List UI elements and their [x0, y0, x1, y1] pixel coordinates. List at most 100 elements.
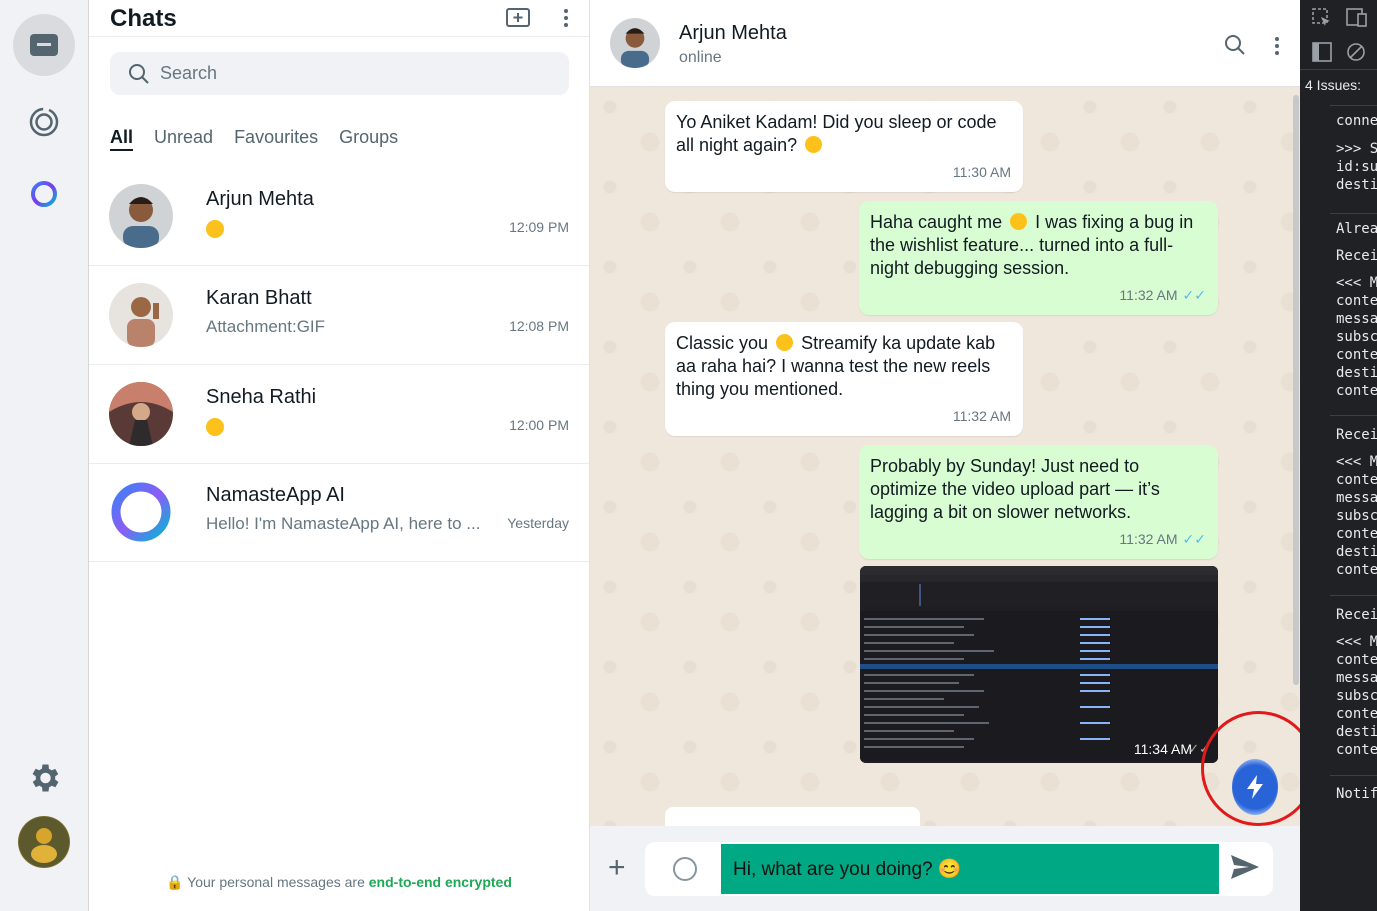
console-line: conte	[1336, 562, 1377, 578]
chat-name: NamasteApp AI	[206, 484, 345, 506]
attach-plus-icon[interactable]: +	[608, 853, 626, 883]
message-outgoing[interactable]: Haha caught me I was fixing a bug in the…	[859, 201, 1218, 315]
new-chat-icon	[506, 8, 530, 27]
message-input[interactable]	[721, 844, 1219, 894]
kebab-menu-icon[interactable]	[1274, 36, 1280, 56]
conversation-header[interactable]: Arjun Mehta online	[590, 0, 1300, 87]
console-line: conte	[1336, 652, 1377, 668]
issues-count[interactable]: 4 Issues:	[1305, 77, 1361, 93]
highlight-annotation	[1201, 711, 1316, 826]
halo-emoji-icon	[206, 417, 224, 436]
console-line: Recei	[1336, 248, 1377, 264]
device-toolbar-icon[interactable]	[1346, 8, 1368, 28]
filter-groups[interactable]: Groups	[339, 127, 398, 151]
chats-nav-button[interactable]	[13, 14, 75, 76]
chat-time: 12:00 PM	[509, 417, 569, 433]
chat-preview: Hello! I'm NamasteApp AI, here to ...	[206, 514, 481, 533]
message-incoming-partial[interactable]	[665, 807, 920, 826]
nav-rail	[0, 0, 89, 911]
ai-nav-button[interactable]	[13, 163, 75, 225]
contact-avatar[interactable]	[610, 18, 660, 68]
console-line: Alrea	[1336, 221, 1377, 237]
clear-console-icon[interactable]	[1346, 42, 1366, 62]
message-incoming[interactable]: Yo Aniket Kadam! Did you sleep or code a…	[665, 101, 1023, 192]
console-line: conne	[1336, 113, 1377, 129]
read-ticks-icon: ✓✓	[1182, 287, 1206, 303]
laughing-emoji-icon	[805, 136, 823, 153]
chat-item-sneha-rathi[interactable]: Sneha Rathi 12:00 PM	[89, 366, 589, 464]
image-message[interactable]: 11:34 AM ✓✓	[860, 566, 1218, 763]
contact-name: Arjun Mehta	[679, 22, 787, 44]
encryption-link[interactable]: end-to-end encrypted	[369, 874, 512, 890]
console-line: <<< M	[1336, 454, 1377, 470]
console-line: subsc	[1336, 508, 1377, 524]
console-line: conte	[1336, 706, 1377, 722]
chat-item-namasteapp-ai[interactable]: NamasteApp AI Hello! I'm NamasteApp AI, …	[89, 464, 589, 562]
search-bar	[110, 52, 569, 95]
console-line: conte	[1336, 347, 1377, 363]
conversation-panel: Arjun Mehta online Yo Aniket Kadam! Did …	[590, 0, 1300, 911]
laughing-emoji-icon	[776, 334, 794, 351]
sidebar-toggle-icon[interactable]	[1312, 42, 1332, 62]
chat-name: Arjun Mehta	[206, 188, 314, 210]
avatar	[109, 382, 173, 446]
message-time: 11:32 AM	[952, 408, 1011, 424]
search-input[interactable]	[160, 60, 550, 87]
profile-avatar[interactable]	[18, 816, 70, 868]
console-line: messa	[1336, 490, 1377, 506]
filter-favourites[interactable]: Favourites	[234, 127, 318, 151]
chat-name: Sneha Rathi	[206, 386, 317, 408]
message-list[interactable]: Yo Aniket Kadam! Did you sleep or code a…	[590, 87, 1300, 826]
grinning-sweat-emoji-icon	[1010, 213, 1028, 230]
message-time: 11:34 AM	[1133, 741, 1192, 757]
console-line: desti	[1336, 365, 1377, 381]
message-time: 11:32 AM ✓✓	[1119, 287, 1206, 303]
message-input-wrap	[645, 842, 1273, 896]
new-chat-button[interactable]	[503, 4, 533, 32]
contact-status: online	[679, 49, 722, 66]
message-outgoing[interactable]: Probably by Sunday! Just need to optimiz…	[859, 445, 1218, 559]
avatar-image	[109, 382, 173, 446]
message-time: 11:30 AM	[952, 164, 1011, 180]
send-icon[interactable]	[1230, 854, 1260, 880]
console-line: desti	[1336, 724, 1377, 740]
lock-icon: 🔒	[166, 874, 184, 890]
console-line: subsc	[1336, 329, 1377, 345]
encryption-notice: 🔒 Your personal messages are end-to-end …	[166, 874, 512, 890]
console-separator	[1330, 213, 1377, 214]
filter-tabs: All Unread Favourites Groups	[110, 127, 398, 151]
console-separator	[1330, 415, 1377, 416]
chat-preview	[206, 218, 496, 238]
filter-all[interactable]: All	[110, 127, 134, 151]
chat-item-arjun-mehta[interactable]: Arjun Mehta 12:09 PM	[89, 168, 589, 266]
status-icon	[29, 107, 59, 137]
console-line: conte	[1336, 472, 1377, 488]
search-icon[interactable]	[1224, 34, 1246, 56]
emoji-picker-icon[interactable]	[673, 857, 697, 881]
console-line: conte	[1336, 383, 1377, 399]
chat-item-karan-bhatt[interactable]: Karan Bhatt Attachment:GIF 12:08 PM	[89, 267, 589, 365]
profile-avatar-image	[19, 817, 69, 867]
settings-button[interactable]	[13, 747, 75, 809]
scrollbar[interactable]	[1293, 95, 1299, 685]
status-nav-button[interactable]	[13, 91, 75, 153]
avatar	[109, 480, 173, 544]
menu-button[interactable]	[551, 4, 581, 32]
console-line: desti	[1336, 544, 1377, 560]
console-line: conte	[1336, 742, 1377, 758]
chats-title: Chats	[110, 5, 177, 32]
avatar-image	[109, 184, 173, 248]
chat-time: 12:09 PM	[509, 219, 569, 235]
console-line: <<< M	[1336, 275, 1377, 291]
inspect-element-icon[interactable]	[1312, 8, 1332, 28]
chat-list-panel: Chats All Unread Favourites Groups Arjun…	[89, 0, 590, 911]
chat-preview	[206, 416, 496, 436]
console-line: desti	[1336, 177, 1377, 193]
message-incoming[interactable]: Classic you Streamify ka update kab aa r…	[665, 322, 1023, 436]
grinning-emoji-icon	[206, 219, 224, 238]
message-composer: +	[590, 826, 1300, 911]
console-separator	[1330, 595, 1377, 596]
console-line: Notif	[1336, 786, 1377, 802]
devtools-screenshot-image	[860, 566, 1218, 763]
filter-unread[interactable]: Unread	[154, 127, 213, 151]
